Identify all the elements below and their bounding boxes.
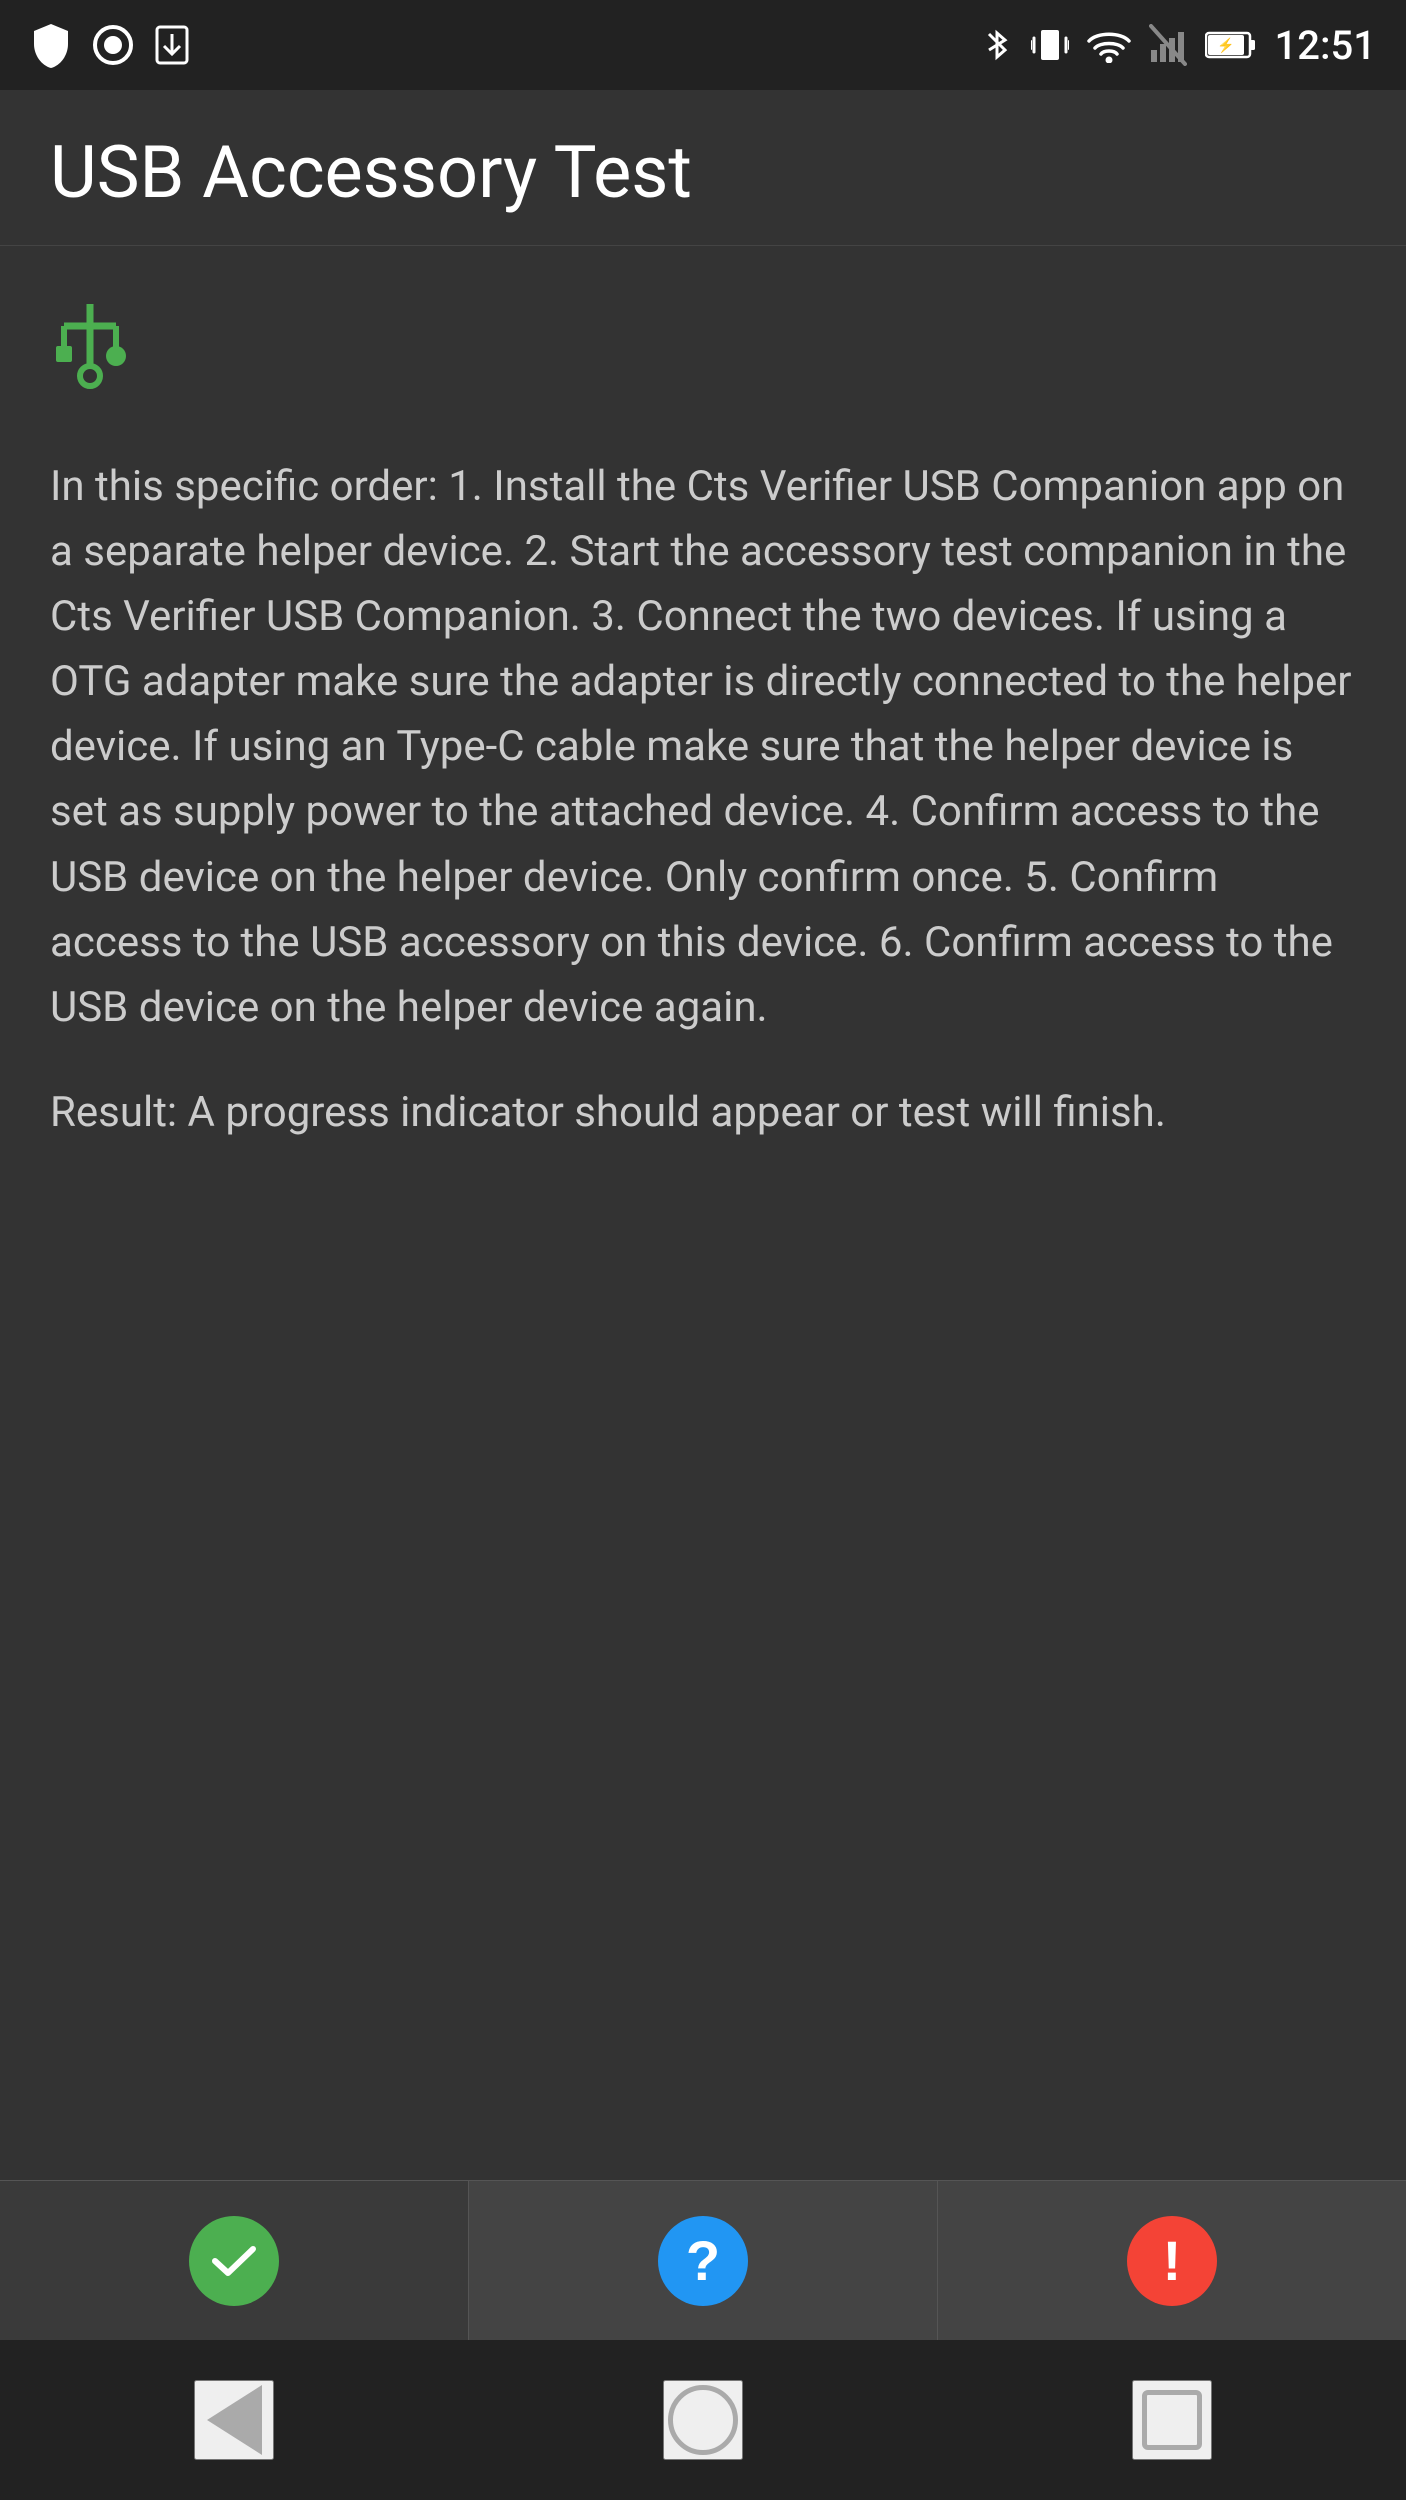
result-text: Result: A progress indicator should appe… [50,1080,1356,1145]
pass-button[interactable] [0,2181,469,2340]
shield-icon [30,22,72,68]
page-title: USB Accessory Test [50,130,1356,215]
info-button[interactable]: ? [469,2181,938,2340]
app-bar: USB Accessory Test [0,90,1406,246]
bluetooth-icon [981,24,1013,66]
wifi-icon [1087,27,1131,63]
home-button[interactable] [663,2380,743,2460]
fail-icon: ! [1127,2216,1217,2306]
pass-icon [189,2216,279,2306]
fail-button[interactable]: ! [938,2181,1406,2340]
nav-bar [0,2340,1406,2500]
back-button[interactable] [194,2380,274,2460]
recents-icon [1142,2390,1202,2450]
svg-text:⚡: ⚡ [1217,37,1234,54]
status-bar-right: ⚡ 12:51 [981,22,1376,69]
usb-icon [50,296,1356,414]
status-bar: ⚡ 12:51 [0,0,1406,90]
info-icon: ? [658,2216,748,2306]
status-time: 12:51 [1275,22,1376,69]
back-icon [207,2385,262,2455]
download-icon [154,24,190,66]
recents-button[interactable] [1132,2380,1212,2460]
bottom-action-bar: ? ! [0,2180,1406,2340]
battery-icon: ⚡ [1205,28,1257,62]
main-content: In this specific order: 1. Install the C… [0,246,1406,1195]
vibrate-icon [1031,24,1069,66]
home-icon [668,2385,738,2455]
status-bar-left [30,22,190,68]
signal-off-icon [1149,24,1187,66]
record-icon [92,24,134,66]
instructions-text: In this specific order: 1. Install the C… [50,454,1356,1040]
